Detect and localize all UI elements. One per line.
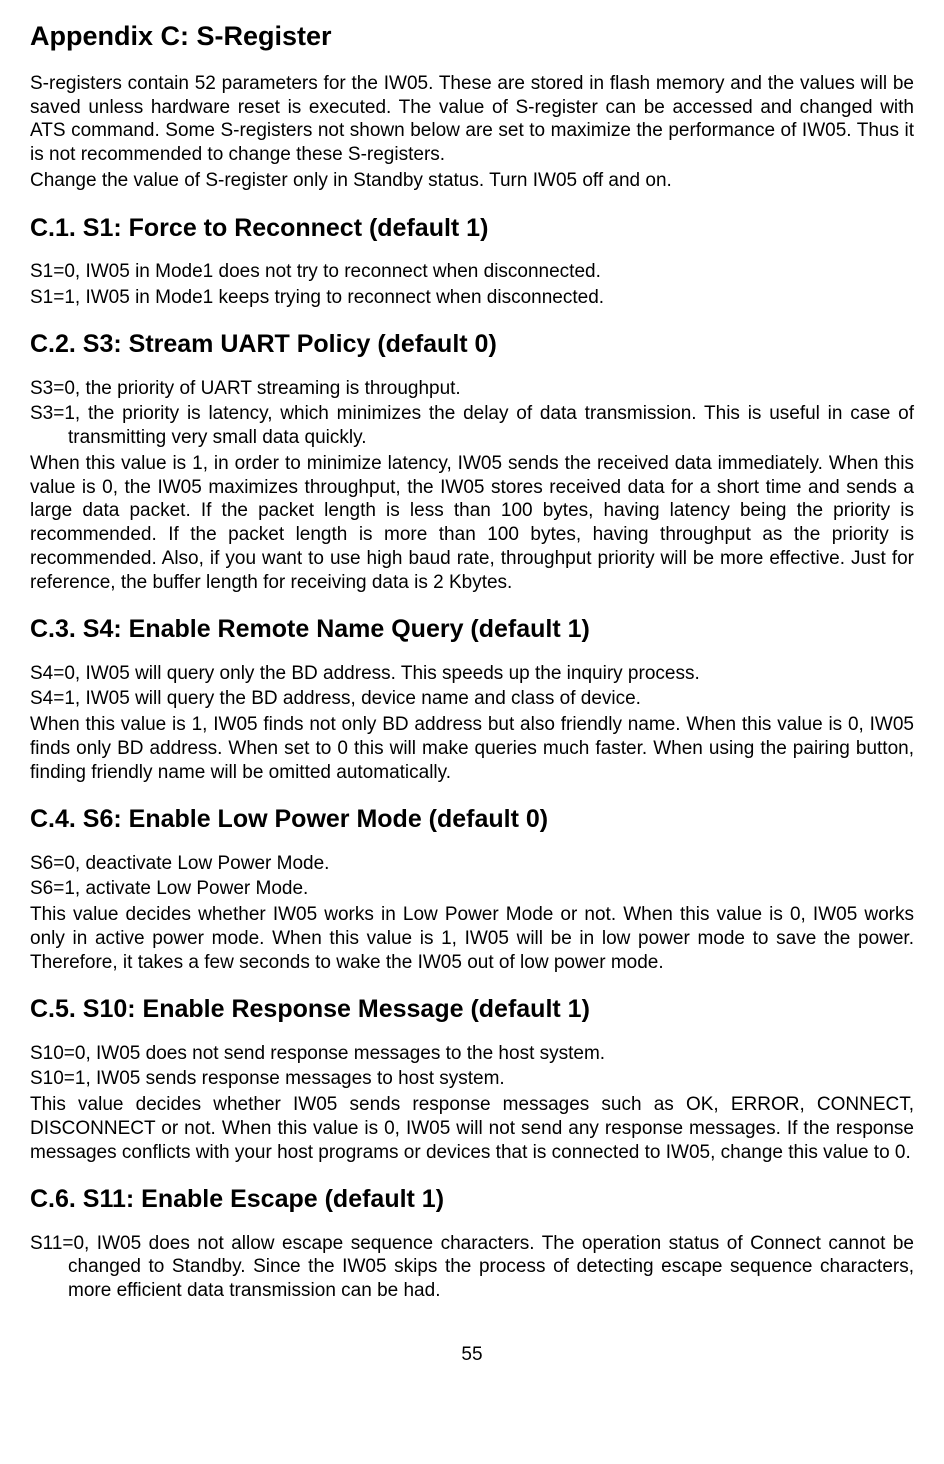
- section-c3-line1: S4=0, IW05 will query only the BD addres…: [30, 662, 914, 686]
- section-c2-line1: S3=0, the priority of UART streaming is …: [30, 377, 914, 401]
- section-c3-para: When this value is 1, IW05 finds not onl…: [30, 713, 914, 784]
- intro-paragraph-1: S-registers contain 52 parameters for th…: [30, 72, 914, 167]
- section-c1-line2: S1=1, IW05 in Mode1 keeps trying to reco…: [30, 286, 914, 310]
- section-c2-heading: C.2. S3: Stream UART Policy (default 0): [30, 329, 914, 360]
- section-c2-line2: S3=1, the priority is latency, which min…: [30, 402, 914, 450]
- page-number: 55: [30, 1343, 914, 1367]
- section-c5-block: S10=0, IW05 does not send response messa…: [30, 1042, 914, 1165]
- section-c4-line2: S6=1, activate Low Power Mode.: [30, 877, 914, 901]
- section-c6-line1: S11=0, IW05 does not allow escape sequen…: [30, 1232, 914, 1303]
- section-c3-line2: S4=1, IW05 will query the BD address, de…: [30, 687, 914, 711]
- section-c3-block: S4=0, IW05 will query only the BD addres…: [30, 662, 914, 785]
- section-c5-heading: C.5. S10: Enable Response Message (defau…: [30, 994, 914, 1025]
- section-c1-heading: C.1. S1: Force to Reconnect (default 1): [30, 213, 914, 244]
- section-c6-block: S11=0, IW05 does not allow escape sequen…: [30, 1232, 914, 1303]
- section-c1-block: S1=0, IW05 in Mode1 does not try to reco…: [30, 260, 914, 310]
- intro-block: S-registers contain 52 parameters for th…: [30, 72, 914, 193]
- section-c4-heading: C.4. S6: Enable Low Power Mode (default …: [30, 804, 914, 835]
- section-c2-para: When this value is 1, in order to minimi…: [30, 452, 914, 595]
- section-c6-heading: C.6. S11: Enable Escape (default 1): [30, 1184, 914, 1215]
- section-c5-line2: S10=1, IW05 sends response messages to h…: [30, 1067, 914, 1091]
- section-c3-heading: C.3. S4: Enable Remote Name Query (defau…: [30, 614, 914, 645]
- section-c5-para: This value decides whether IW05 sends re…: [30, 1093, 914, 1164]
- section-c2-block: S3=0, the priority of UART streaming is …: [30, 377, 914, 595]
- intro-paragraph-2: Change the value of S-register only in S…: [30, 169, 914, 193]
- section-c4-para: This value decides whether IW05 works in…: [30, 903, 914, 974]
- section-c5-line1: S10=0, IW05 does not send response messa…: [30, 1042, 914, 1066]
- section-c4-line1: S6=0, deactivate Low Power Mode.: [30, 852, 914, 876]
- section-c4-block: S6=0, deactivate Low Power Mode. S6=1, a…: [30, 852, 914, 975]
- page-title: Appendix C: S-Register: [30, 20, 914, 54]
- section-c1-line1: S1=0, IW05 in Mode1 does not try to reco…: [30, 260, 914, 284]
